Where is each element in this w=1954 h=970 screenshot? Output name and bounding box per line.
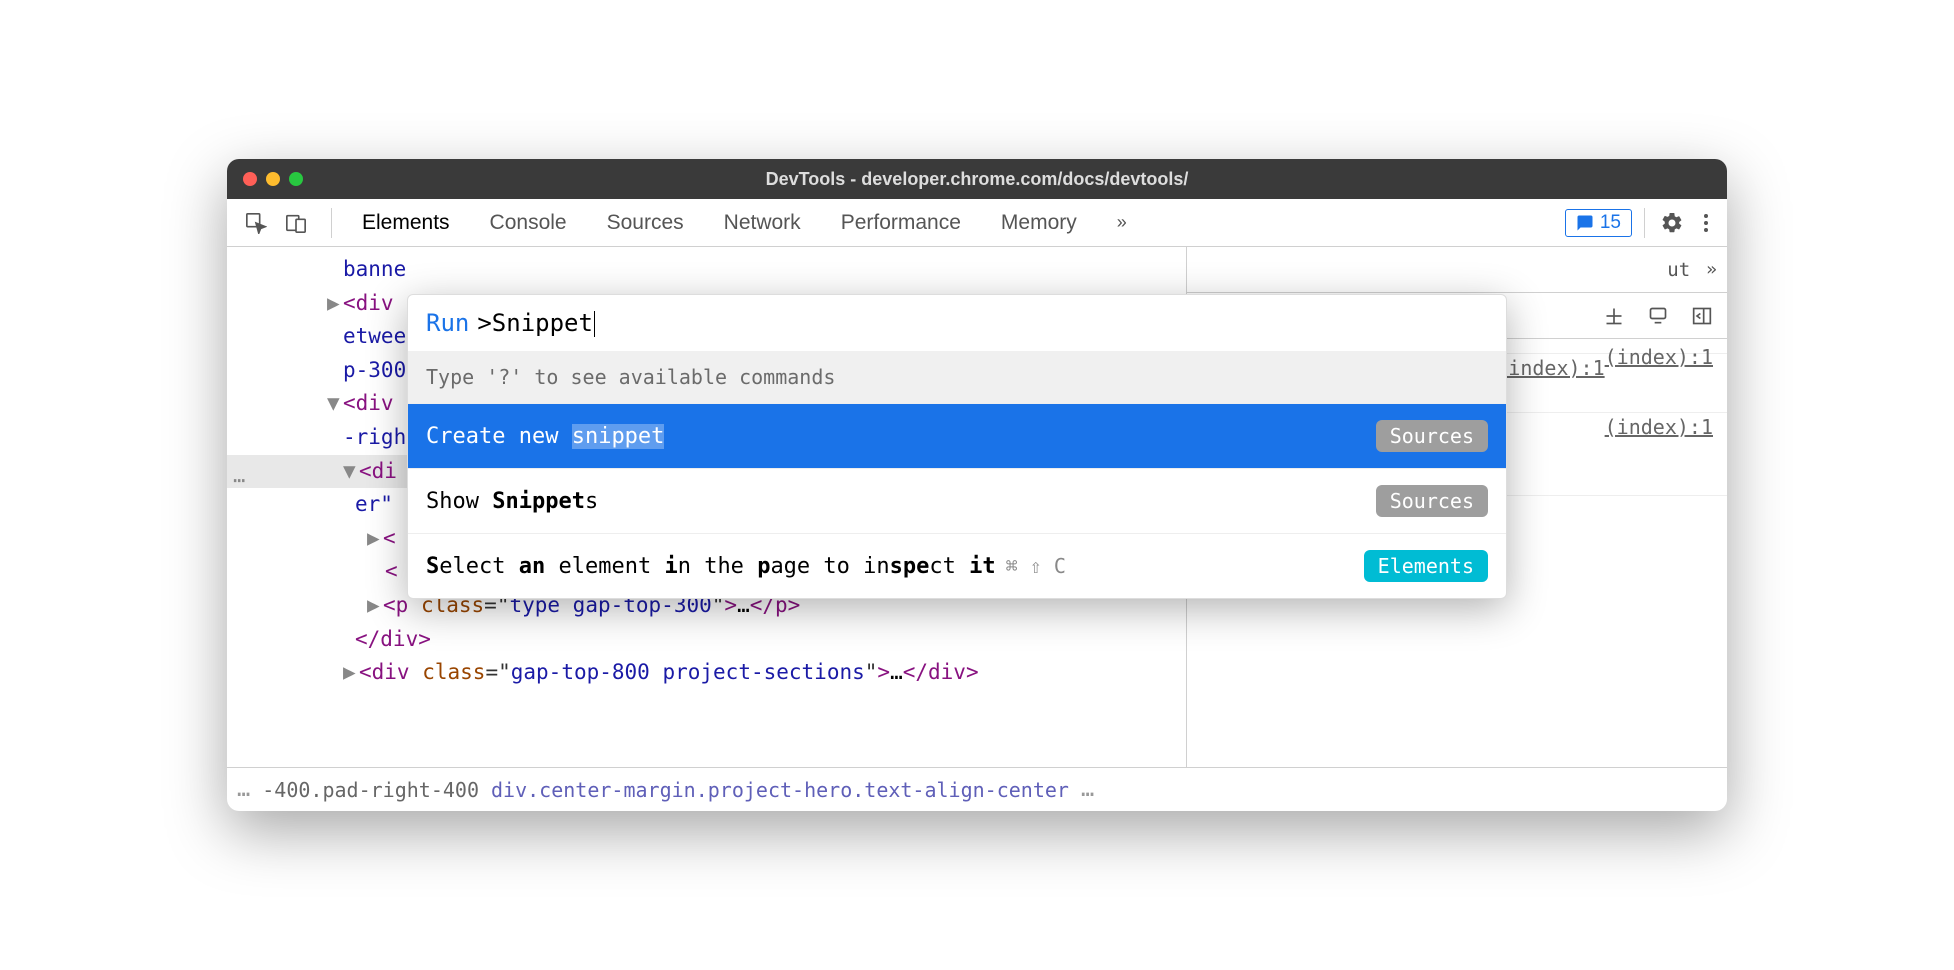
command-menu-item[interactable]: Select an element in the page to inspect… [408,533,1506,598]
source-link[interactable]: (index):1 [1496,356,1604,380]
command-menu-item[interactable]: Show SnippetsSources [408,468,1506,533]
breadcrumb: … -400.pad-right-400 div.center-margin.p… [227,767,1727,811]
inspect-element-icon[interactable] [241,208,271,238]
source-link[interactable]: (index):1 [1605,345,1713,369]
command-menu: Run >Snippet Type '?' to see available c… [407,294,1507,599]
styles-subtab[interactable]: ut [1663,259,1694,281]
issues-button[interactable]: 15 [1565,209,1632,237]
breadcrumb-item[interactable]: div.center-margin.project-hero.text-alig… [491,778,1069,802]
tab-memory[interactable]: Memory [983,199,1095,246]
styles-overflow-icon[interactable]: » [1706,259,1717,280]
dom-tree-line[interactable]: banne [227,253,1186,287]
command-hint: Type '?' to see available commands [408,351,1506,403]
device-toolbar-icon[interactable] [281,208,311,238]
tab-performance[interactable]: Performance [823,199,979,246]
source-link[interactable]: (index):1 [1605,415,1713,439]
breadcrumb-left-ellipsis[interactable]: … [237,777,250,802]
dom-ellipsis-icon: ⋯ [233,468,245,492]
window-zoom-button[interactable] [289,172,303,186]
breadcrumb-item[interactable]: -400.pad-right-400 [262,778,479,802]
more-options-icon[interactable] [1691,208,1721,238]
window-title: DevTools - developer.chrome.com/docs/dev… [227,169,1727,190]
tab-sources[interactable]: Sources [589,199,702,246]
settings-icon[interactable] [1657,208,1687,238]
window-minimize-button[interactable] [266,172,280,186]
main-tabbar: Elements Console Sources Network Perform… [227,199,1727,247]
command-item-badge: Sources [1376,420,1488,452]
command-menu-item[interactable]: Create new snippetSources [408,403,1506,468]
tab-console[interactable]: Console [472,199,585,246]
command-item-badge: Sources [1376,485,1488,517]
command-run-label: Run [426,309,469,337]
new-style-rule-icon[interactable] [1599,301,1629,331]
toggle-hover-icon[interactable] [1643,301,1673,331]
command-item-badge: Elements [1364,550,1488,582]
tab-elements[interactable]: Elements [344,199,468,246]
dom-tree-line[interactable]: </div> [227,623,1186,657]
tab-network[interactable]: Network [706,199,819,246]
issues-count: 15 [1600,212,1621,234]
dom-tree-line[interactable]: ▶<div class="gap-top-800 project-section… [227,656,1186,690]
window-close-button[interactable] [243,172,257,186]
tabs-overflow-icon[interactable]: » [1099,199,1145,246]
toggle-sidebar-icon[interactable] [1687,301,1717,331]
titlebar: DevTools - developer.chrome.com/docs/dev… [227,159,1727,199]
breadcrumb-right-ellipsis[interactable]: … [1081,777,1094,802]
command-input[interactable]: >Snippet [477,309,595,337]
